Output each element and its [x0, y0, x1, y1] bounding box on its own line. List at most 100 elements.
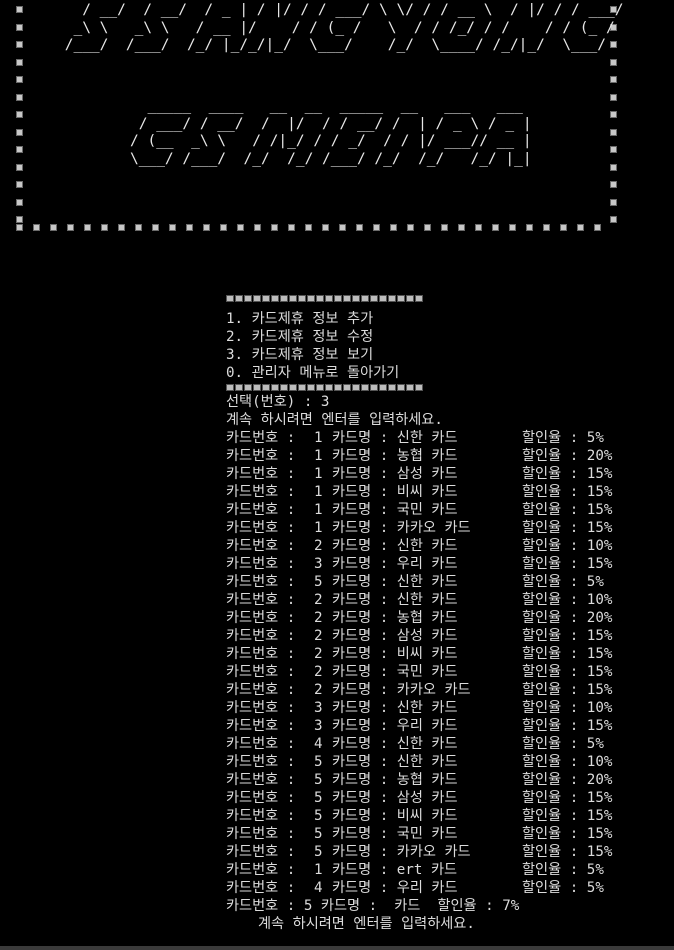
- discount-rate: 할인율 : 15%: [522, 664, 613, 680]
- discount-rate: 할인율 : 20%: [522, 610, 613, 626]
- card-number-value: 3: [314, 718, 323, 734]
- separator-block: [298, 384, 306, 391]
- card-name: 카드명 : 비씨 카드: [332, 808, 458, 824]
- card-number-label: 카드번호 :: [226, 826, 296, 842]
- card-number-label: 카드번호 :: [226, 880, 296, 896]
- separator-block: [226, 295, 234, 302]
- card-name: 카드명 : 신한 카드: [332, 592, 458, 608]
- card-list: 카드번호 : 1 카드명 : 신한 카드할인율 : 5% 카드번호 : 1 카드명 : 농…: [226, 429, 666, 897]
- card-row: 카드번호 : 5 카드명 : 농협 카드 할인율 : 20%: [226, 771, 666, 789]
- banner-subtitle-art: _____ ____ __ __ _____ __ ___ ___ / ___/…: [130, 98, 532, 167]
- card-number-value: 1: [314, 502, 323, 518]
- card-number-value: 5: [314, 808, 323, 824]
- card-row: 카드번호 : 2 카드명 : 비씨 카드 할인율 : 15%: [226, 645, 666, 663]
- continue-prompt: 계속 하시려면 엔터를 입력하세요.: [226, 412, 443, 428]
- card-number-label: 카드번호 :: [226, 700, 296, 716]
- separator-block: [370, 384, 378, 391]
- border-dot: [16, 198, 23, 206]
- separator-block: [361, 295, 369, 302]
- card-name: 카드명 : 농협 카드: [332, 772, 458, 788]
- card-row-last: 카드번호 : 5 카드명 : 카드 할인율 : 7%: [226, 898, 520, 914]
- border-dot: [509, 224, 516, 231]
- card-name: 카드명 : 신한 카드: [332, 430, 458, 446]
- border-dot: [152, 224, 159, 231]
- menu-item-add: 1. 카드제휴 정보 추가: [226, 311, 374, 327]
- border-dot: [16, 41, 23, 48]
- separator-block: [226, 384, 234, 391]
- card-name: 카드명 : 농협 카드: [332, 610, 458, 626]
- card-number-value: 4: [314, 736, 323, 752]
- border-dot: [220, 224, 227, 231]
- border-dot: [390, 224, 397, 231]
- card-number-label: 카드번호 :: [226, 538, 296, 554]
- separator-block: [289, 384, 297, 391]
- card-name: 카드명 : 비씨 카드: [332, 646, 458, 662]
- separator-block: [298, 295, 306, 302]
- console-window: / __/ / __/ / _ | / |/ / / ___/ \ \/ / /…: [0, 0, 674, 950]
- card-number-value: 2: [314, 664, 323, 680]
- card-name: 카드명 : 우리 카드: [332, 880, 458, 896]
- menu-item-view: 3. 카드제휴 정보 보기: [226, 347, 374, 363]
- separator-block: [235, 384, 243, 391]
- card-name: 카드명 : 삼성 카드: [332, 628, 458, 644]
- discount-rate: 할인율 : 5%: [522, 736, 604, 752]
- border-dot: [543, 224, 550, 231]
- card-name: 카드명 : 카카오 카드: [332, 682, 471, 698]
- border-dot: [16, 146, 23, 153]
- border-dot: [16, 224, 23, 231]
- card-row: 카드번호 : 2 카드명 : 삼성 카드 할인율 : 15%: [226, 627, 666, 645]
- card-name: 카드명 : 농협 카드: [332, 448, 458, 464]
- card-number-value: 5: [314, 826, 323, 842]
- border-dot: [475, 224, 482, 231]
- border-dot: [339, 224, 346, 231]
- card-row: 카드번호 : 2 카드명 : 신한 카드 할인율 : 10%: [226, 537, 666, 555]
- border-dot: [610, 216, 617, 223]
- discount-rate: 할인율 : 15%: [522, 484, 613, 500]
- card-name: 카드명 : 국민 카드: [332, 826, 458, 842]
- card-number-label: 카드번호 :: [226, 556, 296, 572]
- final-prompt[interactable]: 계속 하시려면 엔터를 입력하세요.: [226, 915, 666, 933]
- card-row: 카드번호 : 2 카드명 : 농협 카드 할인율 : 20%: [226, 609, 666, 627]
- card-number-label: 카드번호 :: [226, 844, 296, 860]
- card-number-label: 카드번호 :: [226, 718, 296, 734]
- border-dot: [492, 224, 499, 231]
- separator-block: [262, 384, 270, 391]
- separator-block: [406, 295, 414, 302]
- menu-separator-top: [226, 293, 666, 304]
- card-number-value: 1: [314, 430, 323, 446]
- separator-block: [397, 384, 405, 391]
- card-row: 카드번호 : 1 카드명 : 카카오 카드 할인율 : 15%: [226, 519, 666, 537]
- card-number-value: 1: [314, 448, 323, 464]
- card-number-value: 5: [314, 790, 323, 806]
- discount-rate: 할인율 : 15%: [522, 682, 613, 698]
- card-number-label: 카드번호 :: [226, 520, 296, 536]
- window-bottom-edge: [0, 946, 674, 950]
- card-number-label: 카드번호 :: [226, 448, 296, 464]
- discount-rate: 할인율 : 15%: [522, 718, 613, 734]
- card-number-value: 1: [314, 484, 323, 500]
- border-dot: [407, 224, 414, 231]
- border-dot: [118, 224, 125, 231]
- border-dot: [288, 224, 295, 231]
- separator-block: [280, 384, 288, 391]
- separator-block: [289, 295, 297, 302]
- discount-rate: 할인율 : 10%: [522, 538, 613, 554]
- discount-rate: 할인율 : 15%: [522, 790, 613, 806]
- border-dot: [610, 76, 617, 83]
- border-dot: [16, 163, 23, 171]
- card-row: 카드번호 : 1 카드명 : 삼성 카드 할인율 : 15%: [226, 465, 666, 483]
- card-number-label: 카드번호 :: [226, 736, 296, 752]
- border-dot: [186, 224, 193, 231]
- card-name: 카드명 : 카카오 카드: [332, 520, 471, 536]
- discount-rate: 할인율 : 15%: [522, 502, 613, 518]
- selection-prompt[interactable]: 선택(번호) : 3: [226, 393, 666, 411]
- discount-rate: 할인율 : 15%: [522, 520, 613, 536]
- separator-block: [325, 384, 333, 391]
- border-dot: [16, 6, 23, 13]
- card-name: 카드명 : ert 카드: [332, 862, 458, 878]
- border-dot: [610, 181, 617, 188]
- card-row: 카드번호 : 1 카드명 : ert 카드 할인율 : 5%: [226, 861, 666, 879]
- card-number-label: 카드번호 :: [226, 646, 296, 662]
- border-dot: [16, 111, 23, 118]
- border-dot: [203, 224, 210, 231]
